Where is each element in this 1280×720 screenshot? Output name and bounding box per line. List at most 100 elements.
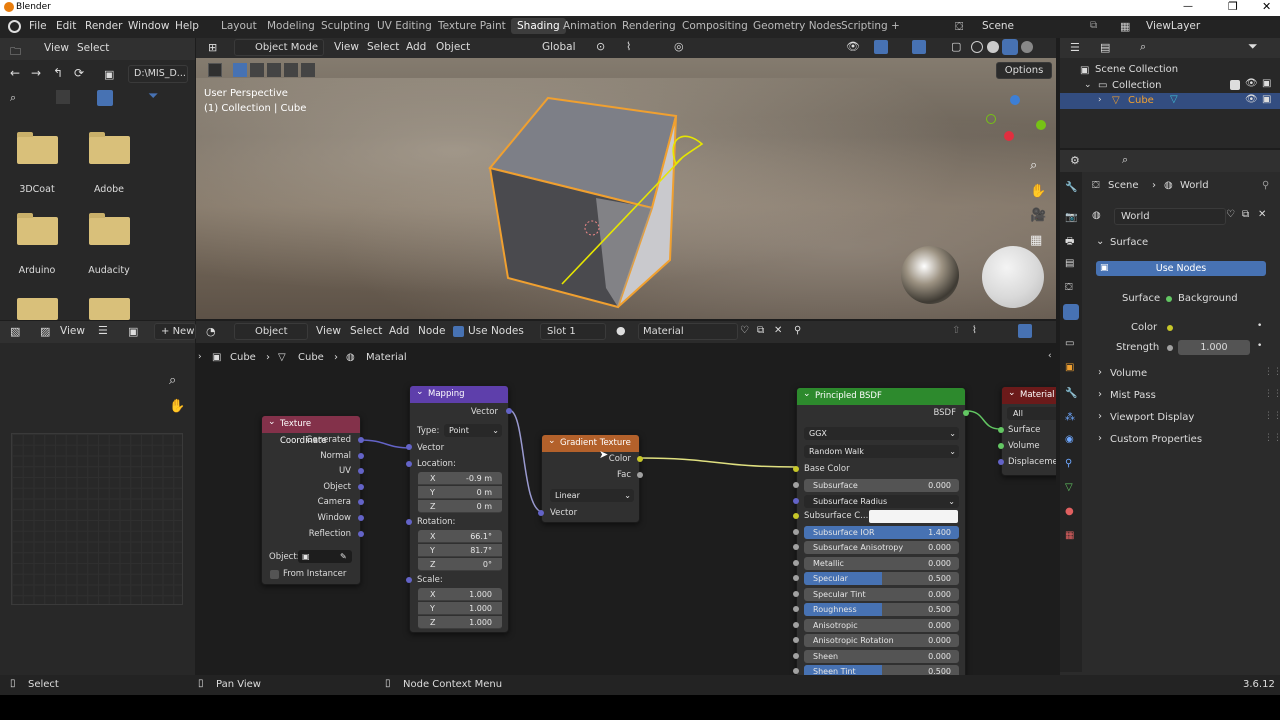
bsdf-field-metallic[interactable]: Metallic 0.000 (804, 556, 959, 570)
folder-label[interactable]: Arduino (8, 265, 66, 276)
distribution-dropdown[interactable]: GGX ⌄ (804, 427, 959, 440)
new-folder-icon[interactable]: ▣ (104, 68, 114, 81)
image-editor-view-menu[interactable]: View (60, 325, 85, 337)
outliner-search-icon[interactable]: ⌕ (1140, 40, 1146, 54)
bsdf-field-specular-tint[interactable]: Specular Tint 0.000 (804, 587, 959, 601)
image-canvas-grid[interactable] (11, 433, 183, 605)
pivot-icon[interactable]: ⊙ (596, 40, 605, 53)
mapping-node[interactable]: Mapping Vector Type: Point ⌄ Vector Loca… (406, 384, 512, 633)
mapping-rot-field-z[interactable]: Z 0° (418, 558, 502, 571)
bsdf-input-socket[interactable] (793, 575, 799, 581)
surface-panel[interactable]: ⌄ Surface (1088, 234, 1276, 254)
viewport-object-menu[interactable]: Object (436, 41, 470, 53)
eyedropper-icon[interactable]: ✎ (340, 550, 347, 563)
viewport-options-dropdown[interactable]: Options (996, 62, 1052, 79)
bsdf-input-socket[interactable] (793, 652, 799, 659)
bsdf-field-sheen[interactable]: Sheen 0.000 (804, 649, 959, 663)
tool-tab-icon[interactable]: 🔧 (1065, 182, 1077, 193)
output-surface-socket[interactable] (998, 427, 1004, 433)
shading-wireframe-icon[interactable] (971, 41, 983, 53)
panel-drag-handle-icon[interactable]: ⋮⋮ (1264, 367, 1280, 377)
mapping-scale-socket[interactable] (406, 577, 412, 583)
tex-coord-header[interactable]: Texture Coordinate (262, 414, 360, 446)
material-tab-icon[interactable]: ● (1065, 506, 1074, 517)
viewport-add-menu[interactable]: Add (406, 41, 426, 53)
mapping-loc-field-z[interactable]: Z 0 m (418, 500, 502, 513)
visibility-icon[interactable]: 👁 (846, 40, 860, 53)
image-editor-type-icon[interactable]: ▧ (10, 325, 20, 338)
navigation-gizmo[interactable] (986, 93, 1046, 148)
mapping-scl-field-z[interactable]: Z 1.000 (418, 616, 502, 629)
bsdf-output-socket[interactable] (963, 410, 969, 416)
folder-icon[interactable] (17, 298, 58, 320)
modifier-tab-icon[interactable]: 🔧 (1065, 388, 1077, 399)
tex-coord-output-socket[interactable] (358, 437, 364, 443)
mapping-vector-output-socket[interactable] (506, 408, 512, 414)
ortho-toggle-icon[interactable]: ▦ (1030, 233, 1042, 248)
proportional-edit-icon[interactable]: ◎ (674, 40, 684, 53)
mapping-rotation-socket[interactable] (406, 519, 412, 525)
properties-panel-custom-properties[interactable]: › Custom Properties ⋮⋮ (1088, 431, 1280, 449)
surface-panel-collapse-icon[interactable]: ⌄ (1096, 236, 1104, 247)
gizmo-z-icon[interactable] (1010, 95, 1020, 105)
scene-tab-icon[interactable]: ⛋ (1065, 282, 1073, 293)
cube-object[interactable] (476, 88, 716, 318)
forward-arrow-icon[interactable]: → (31, 66, 41, 80)
folder-icon[interactable] (17, 213, 58, 245)
tex-coord-output-socket[interactable] (358, 452, 364, 459)
mapping-scl-field-x[interactable]: X 1.000 (418, 588, 502, 601)
overlay-toggle-icon[interactable] (912, 40, 926, 54)
scene-selector-icon[interactable]: ⛋ (955, 20, 963, 34)
pan-hand-icon[interactable]: ✋ (1030, 184, 1046, 199)
gradient-fac-output-socket[interactable] (637, 472, 643, 478)
gradient-vector-input-socket[interactable] (538, 510, 544, 516)
select-mode-extend-icon[interactable] (250, 63, 264, 77)
close-window-icon[interactable]: ✕ (1262, 0, 1271, 13)
panel-drag-handle-icon[interactable]: ⋮⋮ (1264, 411, 1280, 421)
bsdf-field-subsurface-anisotropy[interactable]: Subsurface Anisotropy 0.000 (804, 541, 959, 554)
data-tab-icon[interactable]: ▽ (1065, 482, 1073, 493)
bsdf-input-socket[interactable] (793, 544, 799, 550)
directory-path-field[interactable]: D:\MIS_D... (128, 65, 188, 83)
physics-tab-icon[interactable]: ◉ (1065, 434, 1074, 445)
subsurface-method-dropdown[interactable]: Random Walk ⌄ (804, 445, 959, 458)
unlink-world-icon[interactable]: ✕ (1258, 209, 1266, 220)
image-zoom-icon[interactable]: ⌕ (169, 373, 176, 388)
strength-keyframe-icon[interactable]: • (1257, 341, 1262, 351)
constraints-tab-icon[interactable]: ⚲ (1065, 458, 1072, 469)
particles-tab-icon[interactable]: ⁂ (1065, 412, 1075, 423)
properties-panel-volume[interactable]: › Volume ⋮⋮ (1088, 365, 1280, 383)
shading-material-icon[interactable] (1002, 39, 1018, 55)
blender-menu-icon[interactable] (8, 20, 21, 33)
world-name-field[interactable]: World (1114, 208, 1226, 225)
workspace-tab-layout[interactable]: Layout (221, 20, 257, 32)
shading-solid-icon[interactable] (987, 41, 999, 53)
outliner-row-cube[interactable]: › ▽ Cube ▽ 👁 ▣ (1060, 93, 1280, 109)
select-mode-intersect-icon[interactable] (284, 63, 298, 77)
gizmo-x-icon[interactable] (1004, 131, 1014, 141)
mapping-scl-field-y[interactable]: Y 1.000 (418, 602, 502, 615)
gizmo-toggle-icon[interactable] (874, 40, 888, 54)
folder-label[interactable]: Audacity (80, 265, 138, 276)
workspace-tab-geometry-nodes[interactable]: Geometry Nodes (753, 20, 842, 32)
list-view-icon[interactable] (56, 90, 70, 104)
workspace-tab-scripting[interactable]: Scripting (841, 20, 888, 32)
filter-icon[interactable]: ⏷ (148, 89, 158, 104)
strength-field[interactable]: 1.000 (1178, 340, 1250, 355)
bsdf-input-socket[interactable] (793, 497, 799, 504)
add-workspace-button[interactable]: + (891, 20, 900, 32)
thumbnail-view-icon[interactable] (97, 90, 113, 106)
bsdf-field-subsurface-radius[interactable]: Subsurface Radius ⌄ (804, 494, 959, 508)
folder-label[interactable]: Adobe (80, 184, 138, 195)
panel-drag-handle-icon[interactable]: ⋮⋮ (1264, 433, 1280, 443)
viewport-select-menu[interactable]: Select (367, 41, 399, 53)
image-pan-icon[interactable]: ✋ (169, 399, 185, 414)
from-instancer-checkbox[interactable] (270, 570, 279, 579)
bsdf-field-subsurface[interactable]: Subsurface 0.000 (804, 479, 959, 492)
mapping-type-dropdown[interactable]: Point ⌄ (444, 424, 502, 437)
bsdf-field-anisotropic-rotation[interactable]: Anisotropic Rotation 0.000 (804, 634, 959, 647)
snap-icon[interactable]: ⌇ (626, 40, 631, 53)
fake-user-icon[interactable]: ♡ (1226, 209, 1235, 220)
cube-visibility-icon[interactable]: 👁 (1245, 94, 1258, 105)
outliner-cube-label[interactable]: Cube (1128, 95, 1154, 106)
